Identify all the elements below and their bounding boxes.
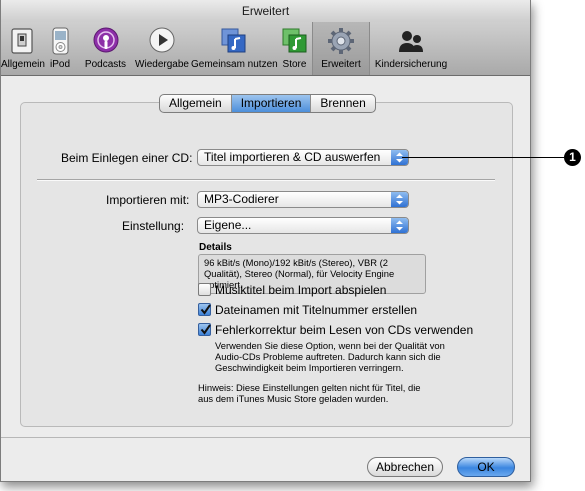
hint-line: aus dem iTunes Music Store geladen wurde… [198, 393, 389, 404]
ipod-icon [52, 27, 69, 55]
hint-line: Hinweis: Diese Einstellungen gelten nich… [198, 382, 421, 393]
callout-marker: 1 [564, 149, 581, 166]
preferences-toolbar: Allgemein iPod Podcasts Wiedergabe Gemei… [1, 22, 530, 76]
toolbar-item-wiedergabe[interactable]: Wiedergabe [133, 22, 191, 75]
import-with-label: Importieren mit: [106, 193, 190, 207]
toolbar-label: Podcasts [84, 59, 127, 70]
preferences-window: Erweitert Allgemein iPod Podcasts Wieder… [0, 0, 531, 482]
details-line: Qualität), Stereo (Normal), für Velocity… [204, 268, 395, 279]
toolbar-label: Wiedergabe [135, 59, 189, 70]
shared-music-icon [221, 28, 246, 53]
checkmark-icon [200, 324, 211, 335]
track-number-checkbox[interactable] [198, 303, 211, 316]
window-title: Erweitert [1, 0, 530, 22]
popup-arrows-icon [391, 218, 408, 233]
popup-arrows-icon [391, 192, 408, 207]
switch-icon [10, 28, 33, 54]
play-on-import-label: Musiktitel beim Import abspielen [215, 283, 387, 297]
section-separator [37, 179, 495, 181]
ok-button[interactable]: OK [457, 457, 515, 477]
error-correction-label: Fehlerkorrektur beim Lesen von CDs verwe… [215, 323, 474, 337]
toolbar-label: iPod [49, 59, 70, 70]
tab-brennen[interactable]: Brennen [310, 95, 374, 112]
toolbar-label: Gemeinsam nutzen [191, 59, 278, 70]
setting-value: Eigene... [204, 218, 252, 232]
help-line: Geschwindigkeit beim Importieren verring… [215, 362, 404, 373]
tab-importieren[interactable]: Importieren [230, 95, 311, 112]
tab-allgemein[interactable]: Allgemein [160, 95, 231, 112]
checkmark-icon [200, 304, 211, 315]
podcast-icon [93, 27, 118, 53]
store-icon [282, 28, 306, 53]
play-on-import-checkbox[interactable] [198, 283, 211, 296]
setting-label: Einstellung: [122, 219, 185, 233]
import-with-value: MP3-Codierer [204, 192, 279, 206]
cancel-button[interactable]: Abbrechen [367, 457, 443, 477]
toolbar-label: Allgemein [1, 59, 45, 70]
cd-insert-popup[interactable]: Titel importieren & CD auswerfen [197, 149, 409, 166]
error-correction-checkbox[interactable] [198, 323, 211, 336]
cd-insert-value: Titel importieren & CD auswerfen [204, 150, 381, 164]
help-line: Audio-CDs Probleme auftreten. Dadurch ka… [215, 351, 441, 362]
toolbar-item-store[interactable]: Store [277, 22, 312, 75]
toolbar-item-gemeinsam-nutzen[interactable]: Gemeinsam nutzen [191, 22, 278, 75]
toolbar-item-podcasts[interactable]: Podcasts [78, 22, 133, 75]
store-hint: Hinweis: Diese Einstellungen gelten nich… [198, 382, 421, 404]
toolbar-item-allgemein[interactable]: Allgemein [1, 22, 45, 75]
import-with-popup[interactable]: MP3-Codierer [197, 191, 409, 208]
toolbar-item-erweitert[interactable]: Erweitert [312, 22, 370, 75]
parental-icon [399, 31, 423, 52]
setting-popup[interactable]: Eigene... [197, 217, 409, 234]
gear-icon [328, 28, 354, 54]
toolbar-item-ipod[interactable]: iPod [42, 22, 78, 75]
play-icon [149, 27, 175, 53]
tab-bar: Allgemein Importieren Brennen [159, 94, 376, 113]
toolbar-item-kindersicherung[interactable]: Kindersicherung [370, 22, 452, 75]
toolbar-label: Kindersicherung [374, 59, 448, 70]
details-title: Details [199, 242, 232, 253]
track-number-label: Dateinamen mit Titelnummer erstellen [215, 303, 418, 317]
help-line: Verwenden Sie diese Option, wenn bei der… [215, 340, 445, 351]
cd-insert-label: Beim Einlegen einer CD: [61, 151, 193, 165]
toolbar-label: Erweitert [321, 59, 361, 70]
callout-line [402, 157, 564, 158]
button-bar-divider [1, 437, 530, 438]
toolbar-label: Store [282, 59, 307, 70]
error-correction-help: Verwenden Sie diese Option, wenn bei der… [215, 340, 445, 373]
details-line: 96 kBit/s (Mono)/192 kBit/s (Stereo), VB… [204, 257, 388, 268]
